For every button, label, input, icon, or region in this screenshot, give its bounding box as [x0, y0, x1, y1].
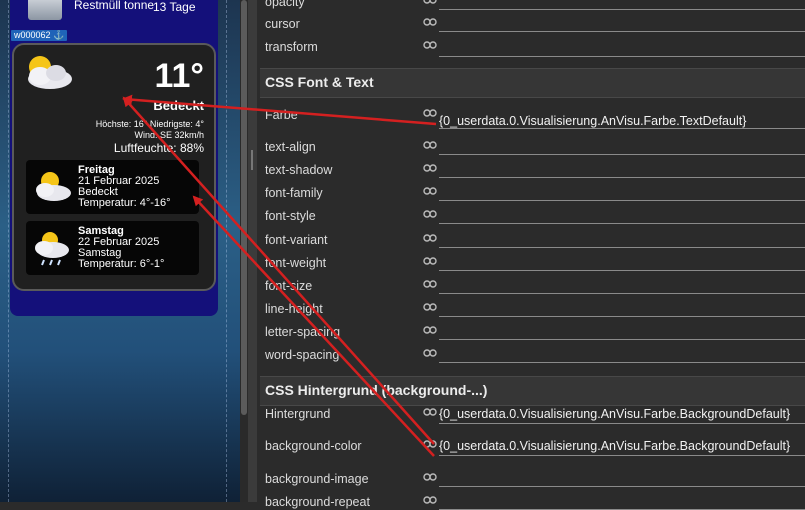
link-icon[interactable]	[423, 16, 437, 28]
property-value[interactable]: {0_userdata.0.Visualisierung.AnVisu.Farb…	[439, 114, 746, 128]
link-icon[interactable]	[423, 185, 437, 197]
property-value-field[interactable]	[439, 128, 805, 129]
property-name: font-style	[265, 209, 316, 223]
panel-splitter[interactable]	[248, 0, 257, 502]
trash-label: Restmüll tonne	[74, 0, 155, 12]
link-icon[interactable]	[423, 324, 437, 336]
editor-canvas[interactable]: Restmüll tonne 13 Tage w000062 ⚓ 11° Bed…	[0, 0, 240, 502]
high-low-temperature: Höchste: 16° Niedrigste: 4°	[95, 119, 204, 129]
property-value[interactable]: {0_userdata.0.Visualisierung.AnVisu.Farb…	[439, 407, 790, 421]
property-value-field[interactable]	[439, 423, 805, 424]
partly-cloudy-icon	[36, 172, 71, 201]
current-temperature: 11°	[154, 57, 204, 95]
property-value-field[interactable]	[439, 362, 805, 363]
properties-panel: opacity cursor transform CSS Font & Text…	[257, 0, 805, 510]
grid-guide	[226, 0, 227, 502]
property-name: text-align	[265, 140, 316, 154]
forecast-temperature: Temperatur: 4°-16°	[78, 197, 171, 209]
trash-days: 13 Tage	[153, 0, 196, 14]
property-name: opacity	[265, 0, 305, 9]
property-name: background-repeat	[265, 495, 370, 509]
section-background[interactable]: CSS Hintergrund (background-...)	[260, 376, 805, 406]
property-value-field[interactable]	[439, 200, 805, 201]
property-value-field[interactable]	[439, 270, 805, 271]
link-icon[interactable]	[423, 162, 437, 174]
canvas-scrollbar[interactable]	[240, 0, 248, 502]
property-name: background-color	[265, 439, 362, 453]
link-icon[interactable]	[423, 208, 437, 220]
forecast-temperature: Temperatur: 6°-1°	[78, 258, 165, 270]
property-name: font-family	[265, 186, 323, 200]
trash-bin-icon	[28, 0, 62, 20]
property-name: background-image	[265, 472, 369, 486]
property-value-field[interactable]	[439, 455, 805, 456]
link-icon[interactable]	[423, 255, 437, 267]
rain-cloud-icon	[35, 232, 69, 266]
forecast-day-2: Samstag 22 Februar 2025 Samstag Temperat…	[26, 221, 199, 275]
current-condition: Bedeckt	[153, 98, 204, 113]
property-value[interactable]: {0_userdata.0.Visualisierung.AnVisu.Farb…	[439, 439, 790, 453]
humidity-info: Luftfeuchte: 88%	[113, 141, 204, 155]
property-value-field[interactable]	[439, 247, 805, 248]
trash-widget[interactable]: Restmüll tonne 13 Tage	[10, 0, 218, 28]
partly-cloudy-icon	[28, 56, 72, 89]
link-icon[interactable]	[423, 438, 437, 450]
section-title: CSS Font & Text	[265, 74, 374, 90]
property-name: font-weight	[265, 256, 327, 270]
property-name: Hintergrund	[265, 407, 331, 421]
property-name: letter-spacing	[265, 325, 341, 339]
forecast-day-1: Freitag 21 Februar 2025 Bedeckt Temperat…	[26, 160, 199, 214]
property-value-field[interactable]	[439, 9, 805, 10]
property-name: font-variant	[265, 233, 328, 247]
property-name: transform	[265, 40, 318, 54]
property-value-field[interactable]	[439, 486, 805, 487]
property-value-field[interactable]	[439, 293, 805, 294]
link-icon[interactable]	[423, 406, 437, 418]
property-value-field[interactable]	[439, 31, 805, 32]
property-value-field[interactable]	[439, 339, 805, 340]
property-value-field[interactable]	[439, 56, 805, 57]
section-title: CSS Hintergrund (background-...)	[265, 382, 488, 398]
property-value-field[interactable]	[439, 316, 805, 317]
link-icon[interactable]	[423, 278, 437, 290]
link-icon[interactable]	[423, 0, 437, 6]
property-name: text-shadow	[265, 163, 333, 177]
property-value-field[interactable]	[439, 177, 805, 178]
property-name: cursor	[265, 17, 300, 31]
property-name: word-spacing	[265, 348, 340, 362]
property-name: line-height	[265, 302, 323, 316]
property-name: Farbe	[265, 108, 298, 122]
link-icon[interactable]	[423, 494, 437, 506]
property-value-field[interactable]	[439, 223, 805, 224]
property-value-field[interactable]	[439, 154, 805, 155]
link-icon[interactable]	[423, 139, 437, 151]
wind-info: Wind: SE 32km/h	[134, 130, 204, 140]
splitter-grip[interactable]	[251, 150, 253, 170]
link-icon[interactable]	[423, 39, 437, 51]
property-name: font-size	[265, 279, 313, 293]
link-icon[interactable]	[423, 232, 437, 244]
scrollbar-thumb[interactable]	[241, 0, 247, 415]
section-font-text[interactable]: CSS Font & Text	[260, 68, 805, 98]
link-icon[interactable]	[423, 471, 437, 483]
link-icon[interactable]	[423, 347, 437, 359]
link-icon[interactable]	[423, 107, 437, 119]
grid-guide	[8, 0, 9, 502]
widget-id-badge[interactable]: w000062 ⚓	[11, 30, 68, 41]
link-icon[interactable]	[423, 301, 437, 313]
weather-widget[interactable]: 11° Bedeckt Höchste: 16° Niedrigste: 4° …	[12, 43, 216, 291]
